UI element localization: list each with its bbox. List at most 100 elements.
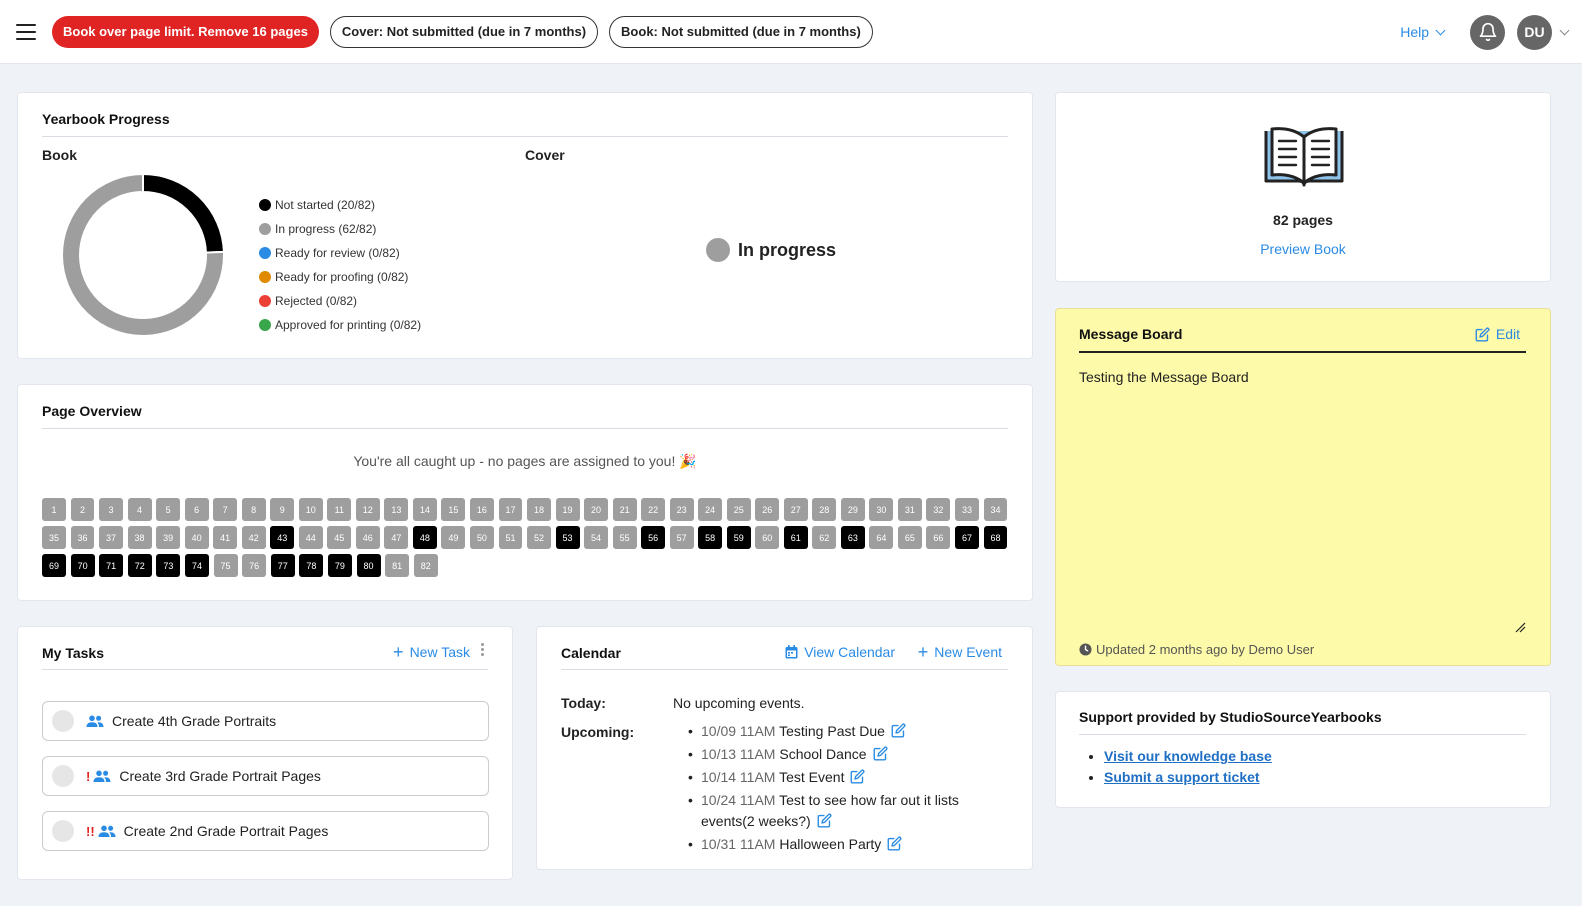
page-thumb-42[interactable]: 42: [241, 526, 266, 549]
page-thumb-23[interactable]: 23: [669, 498, 694, 521]
page-thumb-56[interactable]: 56: [641, 526, 666, 549]
page-thumb-49[interactable]: 49: [441, 526, 466, 549]
edit-event-icon[interactable]: [873, 746, 888, 767]
page-thumb-51[interactable]: 51: [498, 526, 523, 549]
resize-handle-icon[interactable]: [1515, 622, 1526, 633]
preview-book-link[interactable]: Preview Book: [1056, 241, 1550, 257]
page-thumb-12[interactable]: 12: [355, 498, 380, 521]
page-thumb-46[interactable]: 46: [355, 526, 380, 549]
edit-message-button[interactable]: Edit: [1475, 326, 1520, 342]
page-thumb-68[interactable]: 68: [983, 526, 1008, 549]
page-thumb-32[interactable]: 32: [926, 498, 951, 521]
edit-event-icon[interactable]: [887, 836, 902, 857]
page-thumb-70[interactable]: 70: [70, 554, 95, 577]
help-menu[interactable]: Help: [1400, 24, 1446, 40]
edit-event-icon[interactable]: [891, 723, 906, 744]
page-thumb-33[interactable]: 33: [955, 498, 979, 521]
page-thumb-28[interactable]: 28: [812, 498, 837, 521]
page-thumb-25[interactable]: 25: [726, 498, 751, 521]
page-thumb-74[interactable]: 74: [184, 554, 209, 577]
page-thumb-11[interactable]: 11: [327, 498, 352, 521]
page-thumb-29[interactable]: 29: [840, 498, 865, 521]
page-thumb-31[interactable]: 31: [897, 498, 922, 521]
page-thumb-65[interactable]: 65: [897, 526, 922, 549]
page-thumb-20[interactable]: 20: [584, 498, 609, 521]
new-event-button[interactable]: + New Event: [918, 643, 1002, 661]
page-thumb-4[interactable]: 4: [127, 498, 152, 521]
page-thumb-2[interactable]: 2: [70, 498, 95, 521]
page-thumb-45[interactable]: 45: [327, 526, 352, 549]
edit-event-icon[interactable]: [850, 769, 865, 790]
view-calendar-button[interactable]: View Calendar: [785, 644, 895, 660]
page-thumb-52[interactable]: 52: [527, 526, 551, 549]
page-thumb-38[interactable]: 38: [127, 526, 152, 549]
page-thumb-14[interactable]: 14: [412, 498, 437, 521]
more-options-icon[interactable]: [481, 643, 484, 656]
page-thumb-71[interactable]: 71: [99, 554, 124, 577]
page-thumb-27[interactable]: 27: [783, 498, 808, 521]
page-thumb-62[interactable]: 62: [812, 526, 837, 549]
notifications-button[interactable]: [1470, 14, 1505, 50]
support-ticket-link[interactable]: Submit a support ticket: [1104, 769, 1260, 785]
page-thumb-7[interactable]: 7: [213, 498, 238, 521]
page-thumb-57[interactable]: 57: [669, 526, 694, 549]
page-thumb-19[interactable]: 19: [555, 498, 580, 521]
page-thumb-60[interactable]: 60: [755, 526, 780, 549]
page-thumb-18[interactable]: 18: [527, 498, 551, 521]
page-thumb-67[interactable]: 67: [955, 526, 979, 549]
page-thumb-34[interactable]: 34: [983, 498, 1008, 521]
page-thumb-55[interactable]: 55: [612, 526, 637, 549]
page-thumb-37[interactable]: 37: [99, 526, 123, 549]
page-thumb-16[interactable]: 16: [469, 498, 494, 521]
page-thumb-61[interactable]: 61: [783, 526, 808, 549]
task-item[interactable]: !! Create 2nd Grade Portrait Pages: [42, 811, 489, 851]
page-thumb-36[interactable]: 36: [70, 526, 95, 549]
menu-icon[interactable]: [16, 23, 36, 40]
page-thumb-30[interactable]: 30: [869, 498, 894, 521]
page-thumb-43[interactable]: 43: [270, 526, 295, 549]
page-thumb-3[interactable]: 3: [99, 498, 123, 521]
task-checkbox[interactable]: [52, 710, 74, 732]
task-checkbox[interactable]: [52, 765, 74, 787]
edit-event-icon[interactable]: [817, 813, 832, 834]
page-thumb-58[interactable]: 58: [698, 526, 723, 549]
page-thumb-9[interactable]: 9: [270, 498, 295, 521]
new-task-button[interactable]: + New Task: [393, 643, 470, 661]
page-thumb-5[interactable]: 5: [156, 498, 181, 521]
task-item[interactable]: ! Create 3rd Grade Portrait Pages: [42, 756, 489, 796]
page-thumb-1[interactable]: 1: [42, 498, 66, 521]
page-thumb-13[interactable]: 13: [384, 498, 409, 521]
page-thumb-53[interactable]: 53: [555, 526, 580, 549]
page-thumb-54[interactable]: 54: [584, 526, 609, 549]
page-thumb-76[interactable]: 76: [242, 554, 267, 577]
page-thumb-21[interactable]: 21: [612, 498, 637, 521]
page-thumb-77[interactable]: 77: [270, 554, 295, 577]
page-thumb-22[interactable]: 22: [641, 498, 666, 521]
page-thumb-17[interactable]: 17: [498, 498, 523, 521]
page-thumb-73[interactable]: 73: [156, 554, 181, 577]
page-thumb-47[interactable]: 47: [384, 526, 409, 549]
page-thumb-8[interactable]: 8: [241, 498, 266, 521]
page-thumb-79[interactable]: 79: [327, 554, 352, 577]
page-thumb-69[interactable]: 69: [42, 554, 66, 577]
page-thumb-75[interactable]: 75: [213, 554, 238, 577]
page-thumb-44[interactable]: 44: [298, 526, 323, 549]
page-thumb-66[interactable]: 66: [926, 526, 951, 549]
page-thumb-82[interactable]: 82: [413, 554, 438, 577]
page-thumb-15[interactable]: 15: [441, 498, 466, 521]
page-thumb-24[interactable]: 24: [698, 498, 723, 521]
task-checkbox[interactable]: [52, 820, 74, 842]
page-thumb-48[interactable]: 48: [412, 526, 437, 549]
page-thumb-6[interactable]: 6: [184, 498, 209, 521]
page-thumb-41[interactable]: 41: [213, 526, 238, 549]
page-thumb-39[interactable]: 39: [156, 526, 181, 549]
task-item[interactable]: Create 4th Grade Portraits: [42, 701, 489, 741]
page-thumb-40[interactable]: 40: [184, 526, 209, 549]
page-thumb-35[interactable]: 35: [42, 526, 66, 549]
chevron-down-icon[interactable]: [1559, 25, 1570, 35]
book-status-badge[interactable]: Book: Not submitted (due in 7 months): [609, 15, 873, 48]
page-thumb-50[interactable]: 50: [469, 526, 494, 549]
page-thumb-26[interactable]: 26: [755, 498, 780, 521]
page-thumb-78[interactable]: 78: [299, 554, 324, 577]
page-thumb-80[interactable]: 80: [356, 554, 381, 577]
